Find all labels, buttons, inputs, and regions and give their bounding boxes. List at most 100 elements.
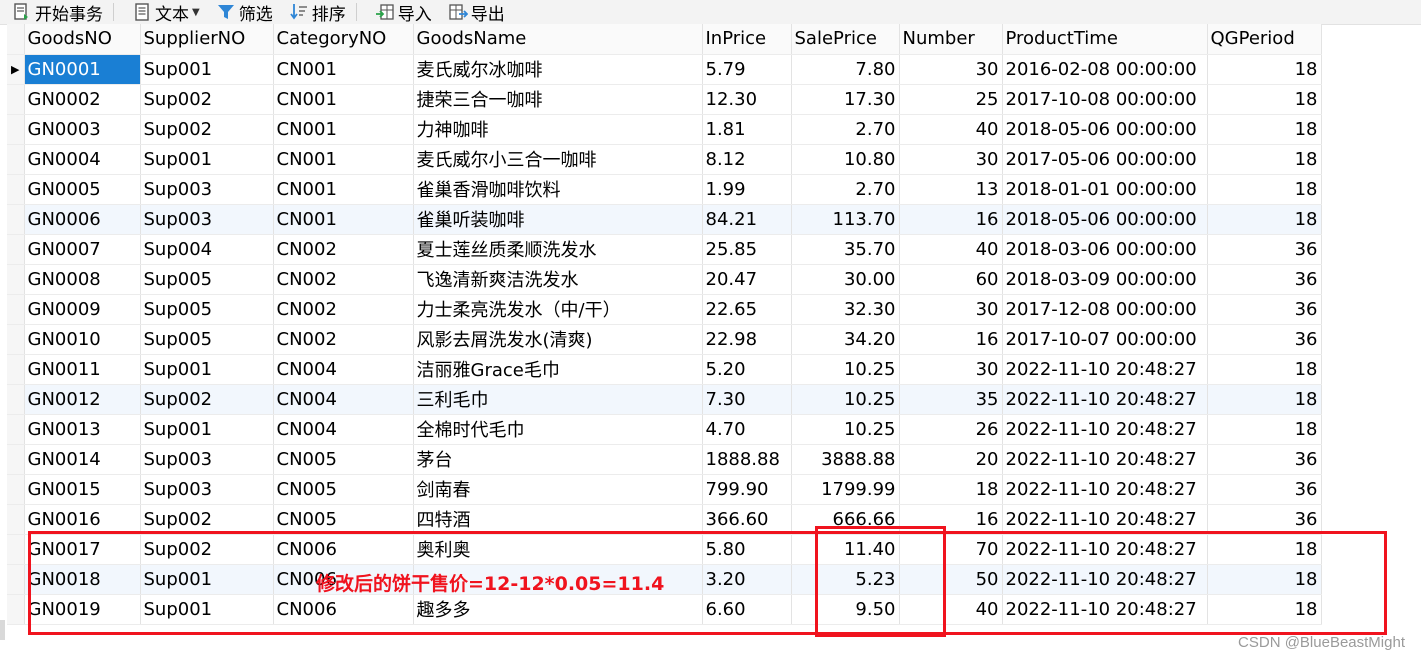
table-cell[interactable]: CN006: [273, 534, 414, 565]
table-cell[interactable]: 2022-11-10 20:48:27: [1002, 534, 1208, 565]
table-row[interactable]: GN0014 Sup003 CN005 茅台 1888.88 3888.88 20 2022-…: [7, 444, 1322, 475]
table-cell[interactable]: 2017-10-07 00:00:00: [1002, 324, 1208, 355]
table-row[interactable]: ▶ GN0001 Sup001 CN001 麦氏威尔冰咖啡 5.79 7.80 30 2016-…: [7, 54, 1322, 85]
table-cell[interactable]: Sup005: [140, 324, 274, 355]
table-cell[interactable]: 10.25: [791, 384, 900, 415]
table-cell[interactable]: 36: [1207, 504, 1322, 535]
table-cell[interactable]: 70: [899, 534, 1003, 565]
table-cell[interactable]: 18: [1207, 414, 1322, 445]
table-cell[interactable]: Sup001: [140, 354, 274, 385]
table-cell[interactable]: 风影去屑洗发水(清爽): [413, 324, 703, 355]
table-cell[interactable]: 奥利奥: [413, 534, 703, 565]
table-row[interactable]: GN0010 Sup005 CN002 风影去屑洗发水(清爽) 22.98 34.20 16…: [7, 324, 1322, 355]
table-cell[interactable]: 麦氏威尔冰咖啡: [413, 54, 703, 85]
table-cell[interactable]: 2022-11-10 20:48:27: [1002, 504, 1208, 535]
table-cell[interactable]: 26: [899, 414, 1003, 445]
table-cell[interactable]: 30: [899, 354, 1003, 385]
table-cell[interactable]: Sup001: [140, 594, 274, 625]
table-row[interactable]: GN0017 Sup002 CN006 奥利奥 5.80 11.40 70 2022-11-1…: [7, 534, 1322, 565]
row-indicator[interactable]: [7, 414, 25, 445]
sort-button[interactable]: 排序: [277, 0, 350, 25]
table-cell[interactable]: 力神咖啡: [413, 114, 703, 145]
column-header[interactable]: GoodsName: [413, 24, 703, 55]
table-cell[interactable]: GN0006: [24, 204, 141, 235]
table-cell[interactable]: GN0013: [24, 414, 141, 445]
row-indicator[interactable]: [7, 384, 25, 415]
table-cell[interactable]: 30: [899, 294, 1003, 325]
table-cell[interactable]: 113.70: [791, 204, 900, 235]
table-cell[interactable]: Sup001: [140, 144, 274, 175]
table-cell[interactable]: GN0005: [24, 174, 141, 205]
table-cell[interactable]: 18: [899, 474, 1003, 505]
table-cell[interactable]: Sup001: [140, 54, 274, 85]
table-cell[interactable]: 2.70: [791, 174, 900, 205]
table-cell[interactable]: GN0002: [24, 84, 141, 115]
table-cell[interactable]: 1.99: [702, 174, 792, 205]
table-cell[interactable]: GN0008: [24, 264, 141, 295]
table-cell[interactable]: 50: [899, 564, 1003, 595]
table-cell[interactable]: 36: [1207, 474, 1322, 505]
table-cell[interactable]: 2022-11-10 20:48:27: [1002, 474, 1208, 505]
table-cell[interactable]: 2022-11-10 20:48:27: [1002, 384, 1208, 415]
table-cell[interactable]: GN0017: [24, 534, 141, 565]
table-cell[interactable]: GN0011: [24, 354, 141, 385]
table-cell[interactable]: 18: [1207, 354, 1322, 385]
table-cell[interactable]: GN0004: [24, 144, 141, 175]
table-cell[interactable]: 捷荣三合一咖啡: [413, 84, 703, 115]
table-cell[interactable]: 2022-11-10 20:48:27: [1002, 414, 1208, 445]
table-cell[interactable]: 2016-02-08 00:00:00: [1002, 54, 1208, 85]
table-cell[interactable]: 11.40: [791, 534, 900, 565]
table-cell[interactable]: 18: [1207, 54, 1322, 85]
table-cell[interactable]: 22.98: [702, 324, 792, 355]
table-cell[interactable]: 2022-11-10 20:48:27: [1002, 564, 1208, 595]
column-header[interactable]: InPrice: [702, 24, 792, 55]
table-cell[interactable]: GN0007: [24, 234, 141, 265]
table-cell[interactable]: 18: [1207, 174, 1322, 205]
table-cell[interactable]: 1799.99: [791, 474, 900, 505]
table-cell[interactable]: CN004: [273, 384, 414, 415]
table-cell[interactable]: Sup005: [140, 264, 274, 295]
scrollbar-handle[interactable]: [0, 620, 5, 640]
table-cell[interactable]: GN0015: [24, 474, 141, 505]
table-cell[interactable]: 2017-05-06 00:00:00: [1002, 144, 1208, 175]
row-indicator[interactable]: [7, 474, 25, 505]
table-cell[interactable]: Sup003: [140, 474, 274, 505]
table-cell[interactable]: 22.65: [702, 294, 792, 325]
table-cell[interactable]: 2022-11-10 20:48:27: [1002, 594, 1208, 625]
table-cell[interactable]: 飞逸清新爽洁洗发水: [413, 264, 703, 295]
table-cell[interactable]: Sup003: [140, 204, 274, 235]
table-cell[interactable]: 趣多多: [413, 594, 703, 625]
table-cell[interactable]: 16: [899, 324, 1003, 355]
column-header[interactable]: CategoryNO: [273, 24, 414, 55]
table-cell[interactable]: 2.70: [791, 114, 900, 145]
table-row[interactable]: GN0013 Sup001 CN004 全棉时代毛巾 4.70 10.25 26 2022-1…: [7, 414, 1322, 445]
table-row[interactable]: GN0008 Sup005 CN002 飞逸清新爽洁洗发水 20.47 30.00 60 20…: [7, 264, 1322, 295]
table-cell[interactable]: 18: [1207, 204, 1322, 235]
export-button[interactable]: 导出: [436, 0, 509, 25]
table-cell[interactable]: 18: [1207, 144, 1322, 175]
row-indicator[interactable]: [7, 594, 25, 625]
table-cell[interactable]: CN001: [273, 54, 414, 85]
table-cell[interactable]: 4.70: [702, 414, 792, 445]
table-cell[interactable]: 2022-11-10 20:48:27: [1002, 444, 1208, 475]
table-cell[interactable]: Sup002: [140, 84, 274, 115]
table-cell[interactable]: 三利毛巾: [413, 384, 703, 415]
table-cell[interactable]: 2017-12-08 00:00:00: [1002, 294, 1208, 325]
table-cell[interactable]: GN0001: [24, 54, 141, 85]
table-cell[interactable]: 2018-03-06 00:00:00: [1002, 234, 1208, 265]
table-cell[interactable]: 36: [1207, 324, 1322, 355]
table-cell[interactable]: Sup002: [140, 384, 274, 415]
table-cell[interactable]: 32.30: [791, 294, 900, 325]
column-header[interactable]: GoodsNO: [24, 24, 141, 55]
table-cell[interactable]: 366.60: [702, 504, 792, 535]
table-row[interactable]: GN0019 Sup001 CN006 趣多多 6.60 9.50 40 2022-11-10…: [7, 594, 1322, 625]
table-cell[interactable]: 17.30: [791, 84, 900, 115]
table-cell[interactable]: CN002: [273, 264, 414, 295]
table-cell[interactable]: CN002: [273, 324, 414, 355]
table-cell[interactable]: 36: [1207, 264, 1322, 295]
table-row[interactable]: GN0016 Sup002 CN005 四特酒 366.60 666.66 16 2022-1…: [7, 504, 1322, 535]
table-cell[interactable]: 20.47: [702, 264, 792, 295]
table-cell[interactable]: 799.90: [702, 474, 792, 505]
table-cell[interactable]: GN0016: [24, 504, 141, 535]
row-indicator[interactable]: [7, 564, 25, 595]
